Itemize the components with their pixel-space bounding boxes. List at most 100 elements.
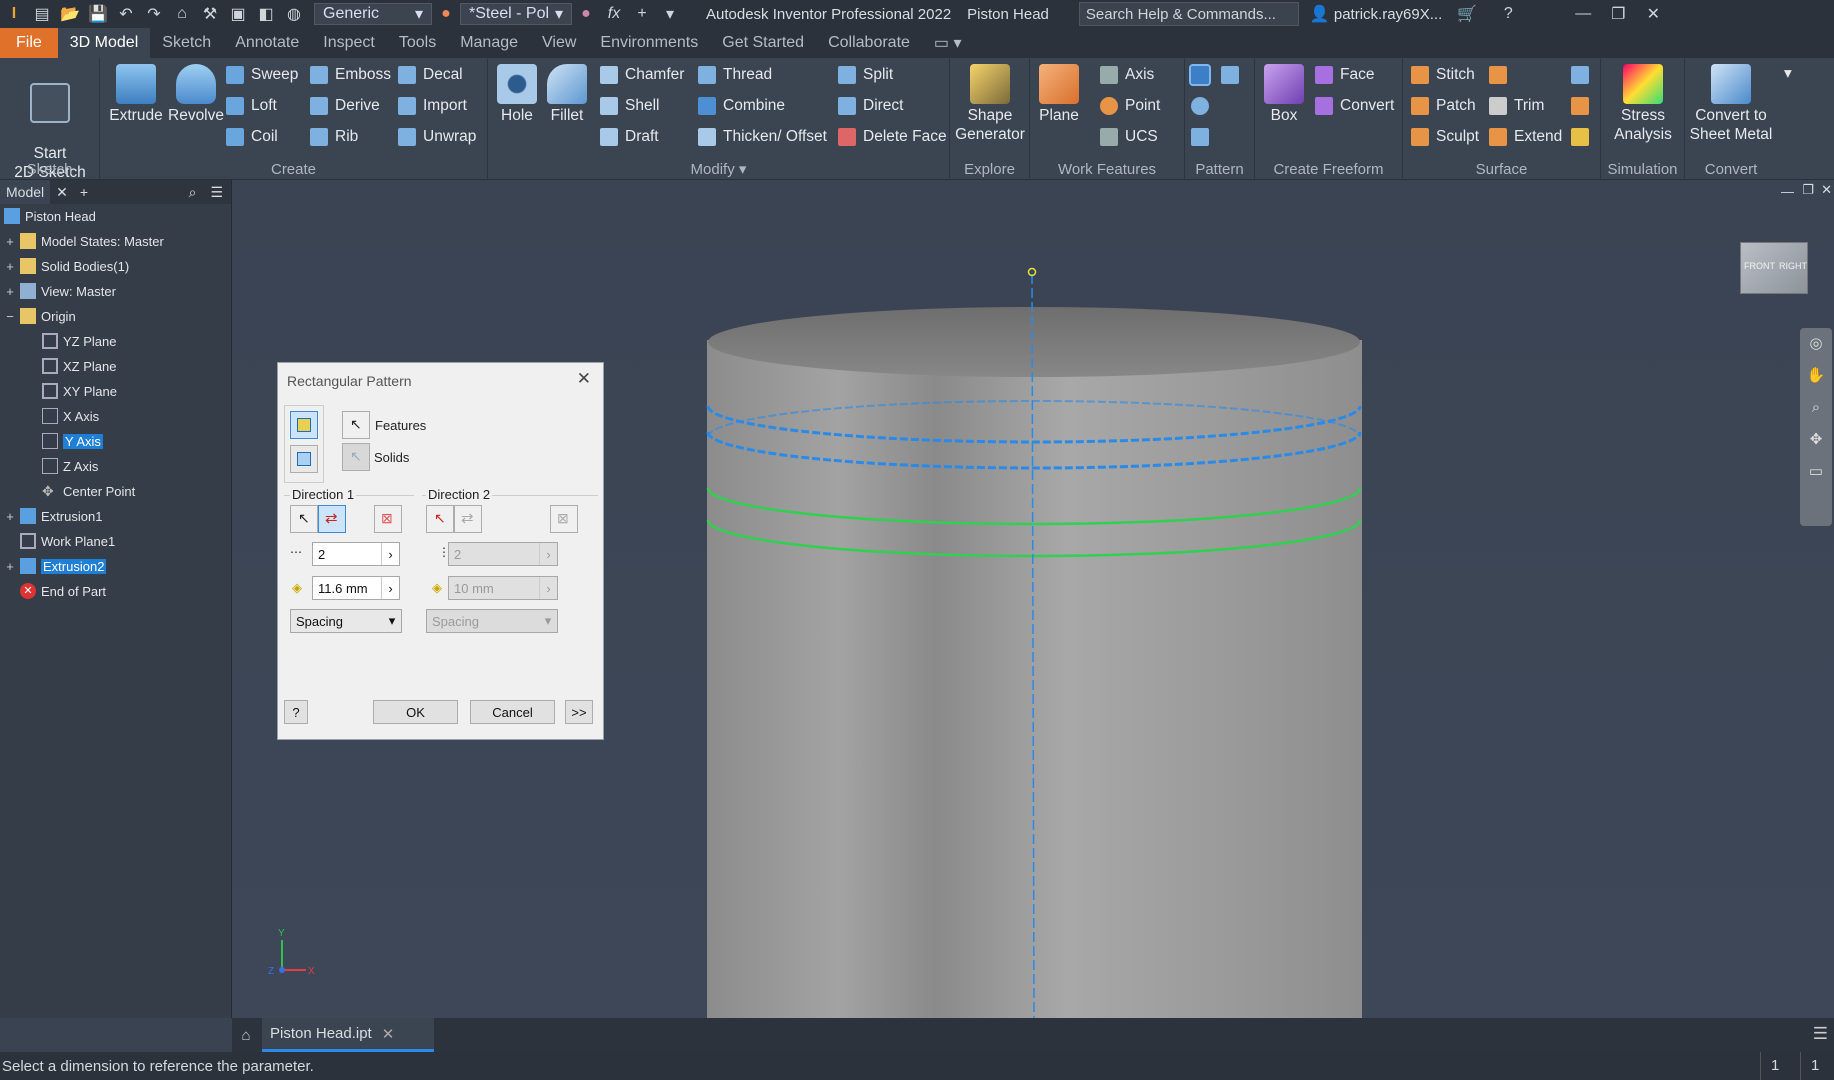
tab-3d-model[interactable]: 3D Model [57, 28, 151, 58]
tree-node-center-point[interactable]: ✥ Center Point [42, 480, 135, 502]
hole-button[interactable]: Hole [492, 64, 542, 125]
shell-button[interactable]: Shell [600, 97, 659, 115]
cancel-button[interactable]: Cancel [470, 700, 555, 724]
derive-button[interactable]: Derive [310, 97, 380, 115]
group-label[interactable]: Modify ▾ [488, 160, 949, 178]
open-file-icon[interactable]: 📂 [59, 3, 81, 25]
repair-bodies-button[interactable] [1571, 97, 1596, 115]
tab-inspect[interactable]: Inspect [311, 28, 387, 58]
appearance-icon[interactable]: ◍ [283, 3, 305, 25]
color-wheel-icon[interactable]: ● [435, 3, 457, 25]
direction2-flip-button[interactable]: ⇄ [454, 505, 482, 533]
direction1-spacing-input[interactable]: 11.6 mm › [312, 576, 400, 600]
menu-icon[interactable]: ☰ [1813, 1024, 1828, 1044]
minimize-icon[interactable]: — [1572, 3, 1594, 25]
sketch-pattern-button[interactable] [1191, 128, 1216, 146]
direction1-midplane-button[interactable]: ⊠ [374, 505, 402, 533]
inventor-logo-icon[interactable]: I [3, 3, 25, 25]
direction1-flip-button[interactable]: ⇄ [318, 505, 346, 533]
patch-button[interactable]: Patch [1411, 97, 1476, 115]
chevron-right-icon[interactable]: › [381, 543, 399, 565]
chevron-right-icon[interactable]: › [539, 543, 557, 565]
select-icon[interactable]: ▣ [227, 3, 249, 25]
direction1-path-selector[interactable]: ↖ [290, 505, 318, 533]
direction2-path-selector[interactable]: ↖ [426, 505, 454, 533]
zoom-icon[interactable]: ⌕ [1800, 392, 1832, 424]
convert-button[interactable]: Convert [1315, 97, 1394, 115]
shape-generator-button[interactable]: Shape Generator [954, 64, 1026, 144]
tree-node-solid-bodies[interactable]: + Solid Bodies(1) [4, 255, 129, 277]
convert-to-sheet-metal-button[interactable]: Convert to Sheet Metal [1685, 64, 1777, 144]
tab-get-started[interactable]: Get Started [710, 28, 816, 58]
measure-icon[interactable]: ◧ [255, 3, 277, 25]
tree-node-piston-head[interactable]: Piston Head [4, 205, 96, 227]
decal-button[interactable]: Decal [398, 66, 463, 84]
add-browser-icon[interactable]: + [74, 184, 94, 200]
restore-icon[interactable]: ❐ [1607, 3, 1629, 25]
tree-node-x-axis[interactable]: X Axis [42, 405, 99, 427]
close-icon[interactable]: ✕ [50, 184, 74, 201]
expand-icon[interactable]: + [4, 259, 16, 274]
stitch-button[interactable]: Stitch [1411, 66, 1475, 84]
orbit-icon[interactable]: ✥ [1800, 424, 1832, 456]
fit-mesh-face-button[interactable] [1571, 128, 1596, 146]
search-box[interactable]: Search Help & Commands... [1078, 2, 1299, 26]
update-icon[interactable]: ⚒ [199, 3, 221, 25]
fx-parameters-icon[interactable]: fx [603, 3, 625, 25]
tree-node-y-axis[interactable]: Y Axis [42, 430, 103, 452]
tree-node-view[interactable]: + View: Master [4, 280, 116, 302]
direction2-count-input[interactable]: 2 › [448, 542, 558, 566]
chamfer-button[interactable]: Chamfer [600, 66, 684, 84]
viewcube-front[interactable]: FRONT [1744, 261, 1775, 271]
expand-icon[interactable]: + [4, 234, 16, 249]
help-button[interactable]: ? [284, 700, 308, 724]
tab-view[interactable]: View [530, 28, 588, 58]
extend-button[interactable]: Extend [1489, 128, 1562, 146]
undo-icon[interactable]: ↶ [115, 3, 137, 25]
direction2-midplane-button[interactable]: ⊠ [550, 505, 578, 533]
tree-node-extrusion2[interactable]: + Extrusion2 [4, 555, 107, 577]
adjust-icon[interactable]: ● [575, 3, 597, 25]
menu-icon[interactable]: ☰ [202, 184, 231, 201]
tree-node-end-of-part[interactable]: ✕ End of Part [20, 580, 106, 602]
point-button[interactable]: Point [1100, 97, 1160, 115]
save-icon[interactable]: 💾 [87, 3, 109, 25]
trim-button[interactable]: Trim [1489, 97, 1544, 115]
direction2-spacing-input[interactable]: 10 mm › [448, 576, 558, 600]
features-selector[interactable]: ↖ [342, 411, 370, 439]
direct-button[interactable]: Direct [838, 97, 903, 115]
collapse-icon[interactable]: − [4, 309, 16, 324]
face-button[interactable]: Face [1315, 66, 1374, 84]
direction2-mode-select[interactable]: Spacing ▾ [426, 609, 558, 633]
circular-pattern-button[interactable] [1191, 97, 1216, 115]
more-options-button[interactable]: >> [565, 700, 593, 724]
tab-manage[interactable]: Manage [448, 28, 530, 58]
sculpt-button[interactable]: Sculpt [1411, 128, 1479, 146]
box-button[interactable]: Box [1259, 64, 1309, 125]
tree-node-extrusion1[interactable]: + Extrusion1 [4, 505, 102, 527]
cart-icon[interactable]: 🛒 [1456, 3, 1478, 25]
draft-button[interactable]: Draft [600, 128, 659, 146]
steering-wheel-icon[interactable]: ◎ [1800, 328, 1832, 360]
expand-icon[interactable]: + [4, 509, 16, 524]
pattern-solid-button[interactable] [290, 445, 318, 473]
ok-button[interactable]: OK [373, 700, 458, 724]
revolve-button[interactable]: Revolve [166, 64, 226, 125]
viewcube-right[interactable]: RIGHT [1779, 261, 1807, 271]
pan-icon[interactable]: ✋ [1800, 360, 1832, 392]
pattern-individual-features-button[interactable] [290, 411, 318, 439]
rectangular-pattern-button[interactable] [1189, 64, 1216, 86]
chevron-right-icon[interactable]: › [539, 577, 557, 599]
direction1-mode-select[interactable]: Spacing ▾ [290, 609, 402, 633]
direction1-count-input[interactable]: 2 › [312, 542, 400, 566]
tree-node-z-axis[interactable]: Z Axis [42, 455, 98, 477]
ruled-surface-button[interactable] [1489, 66, 1514, 84]
tab-sketch[interactable]: Sketch [150, 28, 223, 58]
plane-button[interactable]: Plane [1034, 64, 1084, 125]
help-icon[interactable]: ? [1497, 3, 1519, 25]
mirror-button[interactable] [1221, 66, 1246, 84]
thicken-offset-button[interactable]: Thicken/ Offset [698, 128, 827, 146]
coil-button[interactable]: Coil [226, 128, 278, 146]
look-at-icon[interactable]: ▭ [1800, 456, 1832, 488]
viewcube[interactable]: FRONT RIGHT [1740, 242, 1808, 294]
